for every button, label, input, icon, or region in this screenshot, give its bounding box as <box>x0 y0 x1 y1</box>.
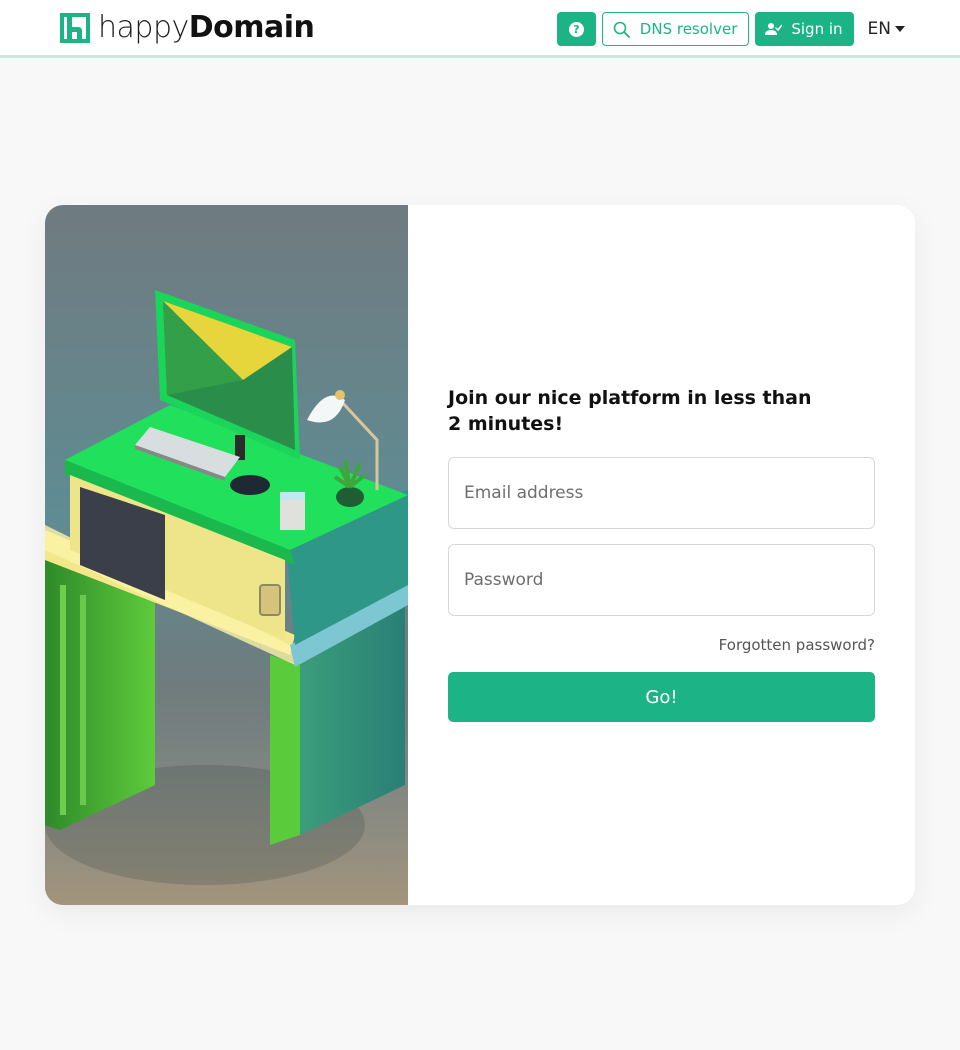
dns-resolver-button[interactable]: DNS resolver <box>601 12 750 46</box>
sign-in-label: Sign in <box>791 20 843 38</box>
login-card: Join our nice platform in less than 2 mi… <box>45 205 915 905</box>
chevron-down-icon <box>895 26 905 32</box>
language-dropdown[interactable]: EN <box>868 19 905 39</box>
signup-headline: Join our nice platform in less than 2 mi… <box>448 387 812 435</box>
brand-name: happyDomain <box>98 10 315 45</box>
search-icon <box>613 21 630 38</box>
logo-mark-icon <box>60 13 90 43</box>
language-label: EN <box>867 19 891 39</box>
brand-name-bold: Domain <box>188 10 315 45</box>
brand-logo[interactable]: happyDomain <box>60 10 315 45</box>
forgotten-password-link[interactable]: Forgotten password? <box>719 636 875 654</box>
brand-name-light: happy <box>98 10 189 45</box>
nav-actions: ? DNS resolver Sign in EN <box>556 12 905 46</box>
desk-computer-illustration <box>45 290 408 905</box>
help-button[interactable]: ? <box>556 12 596 46</box>
login-form: Join our nice platform in less than 2 mi… <box>448 205 915 905</box>
dns-resolver-label: DNS resolver <box>639 20 738 38</box>
sign-in-button[interactable]: Sign in <box>755 12 854 46</box>
help-icon: ? <box>568 21 584 37</box>
desk-illustration <box>45 205 408 905</box>
password-field[interactable] <box>448 544 875 616</box>
submit-button[interactable]: Go! <box>448 672 875 722</box>
email-field[interactable] <box>448 457 875 529</box>
top-navbar: happyDomain ? DNS resolver Sign in EN <box>0 0 960 58</box>
user-check-icon <box>765 23 783 35</box>
